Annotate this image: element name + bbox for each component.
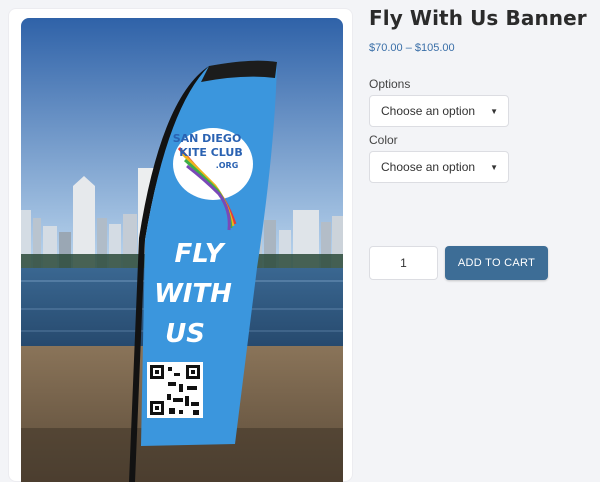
color-select-value: Choose an option <box>381 160 476 174</box>
logo-line-2: KITE CLUB <box>179 146 242 159</box>
product-price: $70.00 – $105.00 <box>369 42 455 54</box>
chevron-down-icon: ▼ <box>490 162 498 172</box>
flag-text-1: FLY <box>174 239 226 269</box>
logo-line-3: .ORG <box>216 161 239 170</box>
product-title: Fly With Us Banner <box>369 6 587 30</box>
qr-code-icon <box>147 362 203 418</box>
product-photo[interactable]: SAN DIEGO KITE CLUB .ORG FLY WITH US <box>21 18 343 482</box>
color-label: Color <box>369 133 398 147</box>
color-select[interactable]: Choose an option ▼ <box>369 151 509 183</box>
add-to-cart-button[interactable]: ADD TO CART <box>445 246 548 280</box>
chevron-down-icon: ▼ <box>490 106 498 116</box>
flag-text-3: US <box>165 319 205 349</box>
options-label: Options <box>369 77 411 91</box>
quantity-input[interactable]: 1 <box>369 246 438 280</box>
options-select[interactable]: Choose an option ▼ <box>369 95 509 127</box>
flag-text-2: WITH <box>154 279 232 309</box>
options-select-value: Choose an option <box>381 104 476 118</box>
logo-line-1: SAN DIEGO <box>173 132 242 145</box>
